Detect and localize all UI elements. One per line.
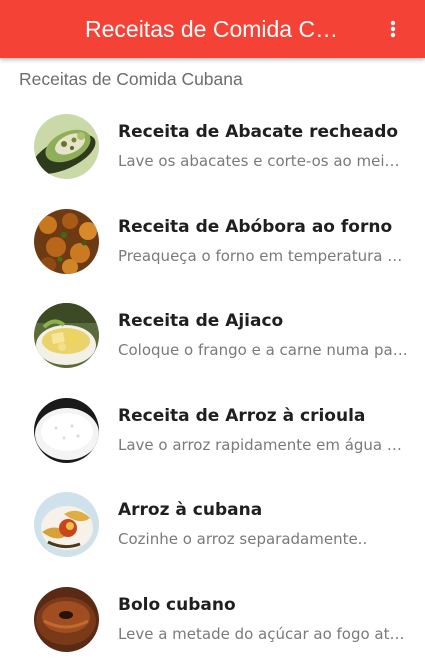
recipe-item[interactable]: Bolo cubano Leve a metade do açúcar ao f…	[0, 573, 425, 668]
recipe-title: Receita de Abóbora ao forno	[118, 216, 393, 237]
cuban-cake-photo	[34, 586, 99, 652]
recipe-subtitle: Lave o arroz rapidamente em água corrent…	[118, 435, 408, 454]
recipe-subtitle: Preaqueça o forno em temperatura média	[118, 246, 408, 265]
recipe-item[interactable]: Receita de Abóbora ao forno Preaqueça o …	[0, 195, 425, 290]
recipe-item[interactable]: Receita de Ajiaco Coloque o frango e a c…	[0, 289, 425, 384]
section-header: Receitas de Comida Cubana	[19, 69, 243, 89]
recipe-item[interactable]: Receita de Abacate recheado Lave os abac…	[0, 100, 425, 195]
recipe-list: Receita de Abacate recheado Lave os abac…	[0, 100, 425, 668]
app-bar: Receitas de Comida Cubana	[0, 0, 425, 58]
recipe-title: Receita de Abacate recheado	[118, 122, 399, 142]
recipe-subtitle: Lave os abacates e corte-os ao meio no s…	[118, 152, 408, 170]
baked-pumpkin-photo	[34, 208, 99, 274]
recipe-title: Arroz à cubana	[118, 500, 263, 521]
recipe-thumbnail	[34, 492, 99, 558]
app-title: Receitas de Comida Cubana	[85, 16, 340, 42]
recipe-item[interactable]: Receita de Arroz à crioula Lave o arroz …	[0, 384, 425, 479]
recipe-subtitle: Coloque o frango e a carne numa panela c…	[118, 341, 408, 360]
recipe-thumbnail	[34, 397, 99, 463]
recipe-subtitle: Leve a metade do açúcar ao fogo ate cara…	[118, 624, 408, 643]
stuffed-avocado-photo	[34, 114, 99, 179]
recipe-thumbnail	[34, 208, 99, 274]
recipe-thumbnail	[34, 303, 99, 369]
creole-rice-photo	[34, 397, 99, 463]
recipe-title: Receita de Arroz à crioula	[118, 405, 366, 426]
recipe-thumbnail	[34, 586, 99, 652]
recipe-title: Bolo cubano	[118, 594, 236, 615]
more-vert-icon	[390, 20, 396, 38]
recipe-thumbnail	[34, 114, 99, 179]
recipe-subtitle: Cozinhe o arroz separadamente..	[118, 530, 368, 549]
overflow-menu-button[interactable]	[387, 17, 399, 41]
recipe-title: Receita de Ajiaco	[118, 311, 284, 332]
ajiaco-stew-photo	[34, 303, 99, 369]
cuban-rice-photo	[34, 492, 99, 558]
recipe-item[interactable]: Arroz à cubana Cozinhe o arroz separadam…	[0, 478, 425, 573]
